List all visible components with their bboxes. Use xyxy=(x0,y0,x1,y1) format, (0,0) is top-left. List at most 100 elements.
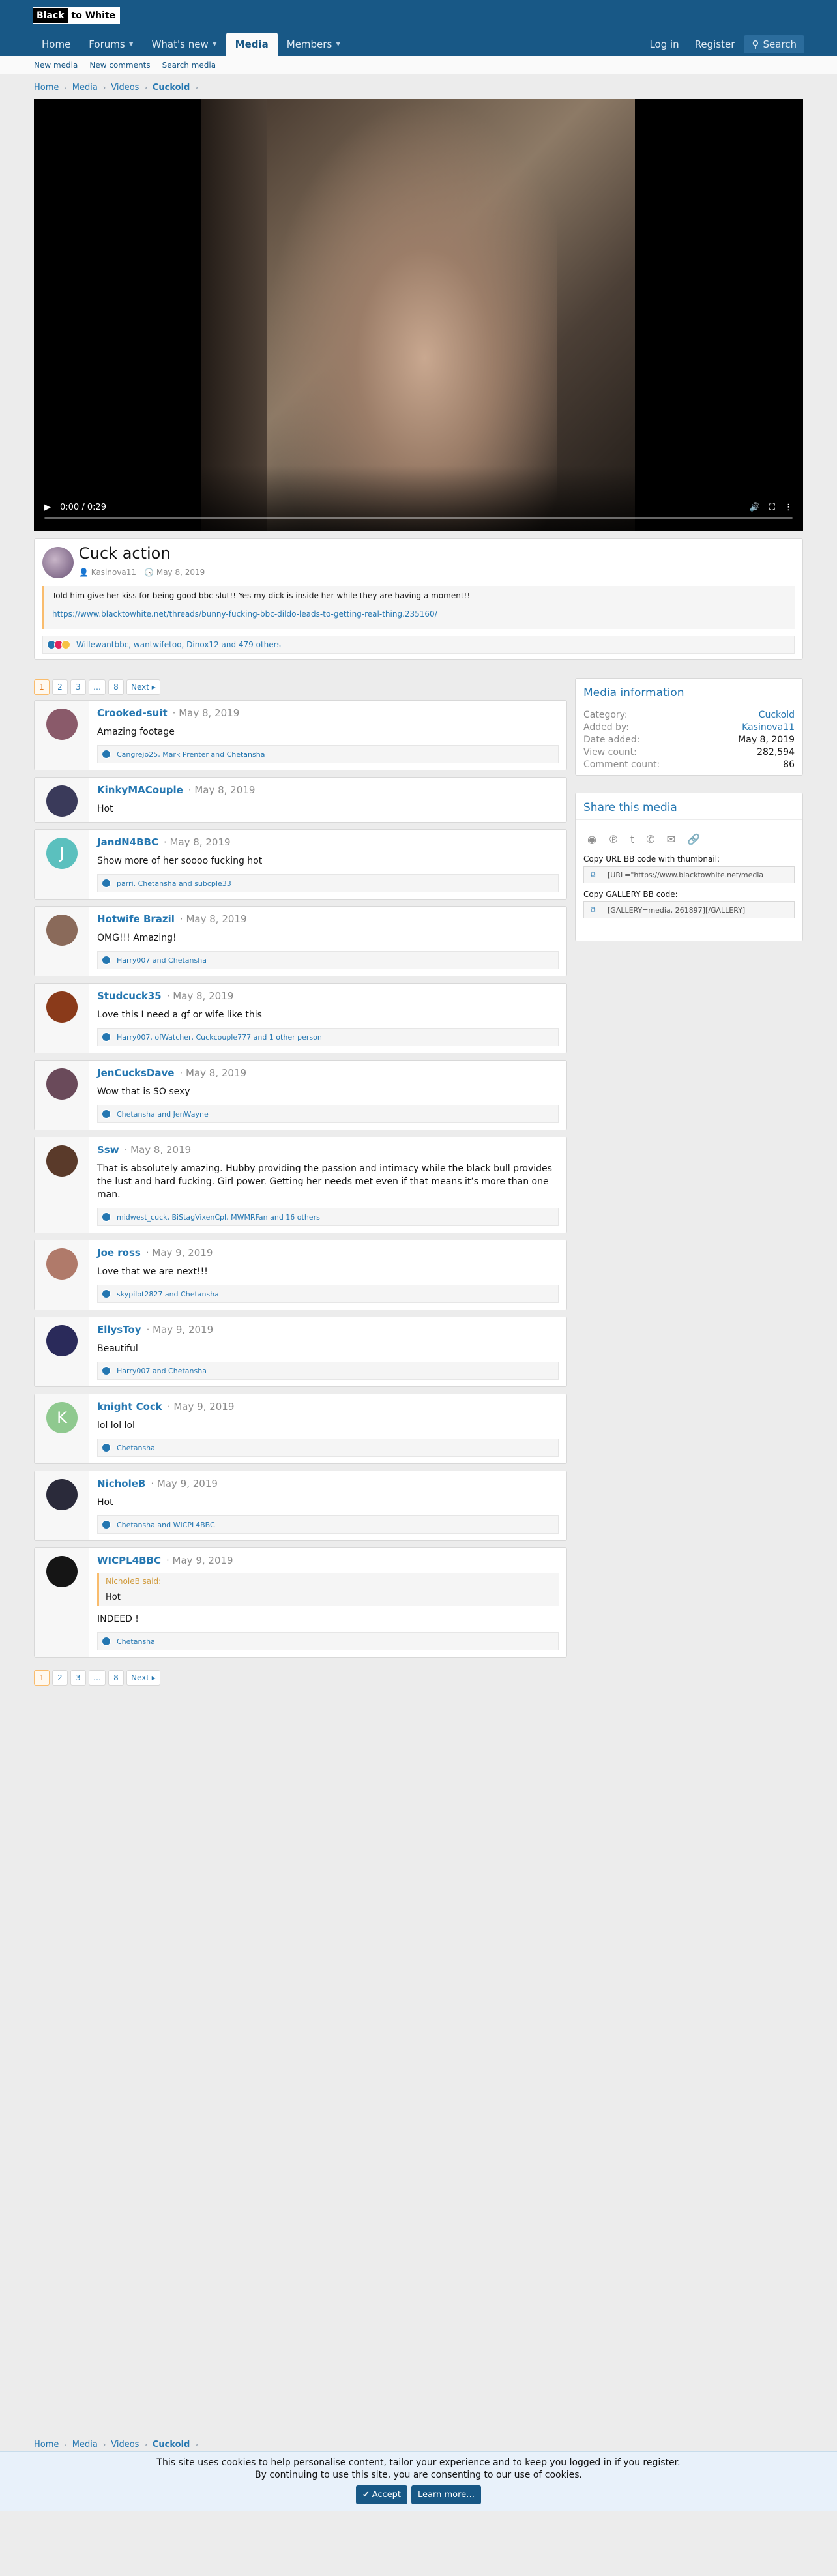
avatar[interactable] xyxy=(46,991,78,1023)
reddit-icon[interactable]: ◉ xyxy=(587,833,596,845)
breadcrumb-videos[interactable]: Videos xyxy=(111,83,139,93)
subnav-new-comments[interactable]: New comments xyxy=(89,61,150,70)
tumblr-icon[interactable]: t xyxy=(630,833,634,845)
nav-tab-forums[interactable]: Forums ▼ xyxy=(80,33,142,56)
comment-reactions[interactable]: Chetansha xyxy=(97,1439,559,1457)
nav-tab-whats-new[interactable]: What's new ▼ xyxy=(143,33,226,56)
avatar[interactable] xyxy=(46,1248,78,1280)
video-time: 0:00 / 0:29 xyxy=(60,503,107,512)
page-3[interactable]: 3 xyxy=(70,679,86,695)
nav-tab-home[interactable]: Home xyxy=(33,33,80,56)
comment-author[interactable]: JandN4BBC xyxy=(97,836,158,848)
comment-author[interactable]: EllysToy xyxy=(97,1324,141,1336)
next-page-button[interactable]: Next ▸ xyxy=(126,679,160,695)
comment-date: · May 8, 2019 xyxy=(179,913,247,925)
whatsapp-icon[interactable]: ✆ xyxy=(646,833,654,845)
breadcrumb-media[interactable]: Media xyxy=(72,83,98,93)
avatar[interactable] xyxy=(42,547,74,578)
breadcrumb-cuckold[interactable]: Cuckold xyxy=(153,2440,190,2450)
copy-icon[interactable]: ⧉ xyxy=(584,870,602,879)
comment-author[interactable]: Ssw xyxy=(97,1144,119,1156)
page-skip[interactable]: … xyxy=(89,679,106,695)
breadcrumb-home[interactable]: Home xyxy=(34,2440,59,2450)
search-button[interactable]: ⚲ Search xyxy=(744,35,804,53)
breadcrumb-cuckold[interactable]: Cuckold xyxy=(153,83,190,93)
page-8[interactable]: 8 xyxy=(108,1670,124,1686)
more-options-icon[interactable]: ⋮ xyxy=(784,503,793,512)
page-1[interactable]: 1 xyxy=(34,1670,50,1686)
comment-author[interactable]: Joe ross xyxy=(97,1247,141,1259)
media-reactions[interactable]: Willewantbbc, wantwifetoo, Dinox12 and 4… xyxy=(42,636,795,654)
comment-author[interactable]: Studcuck35 xyxy=(97,990,162,1002)
comment-author[interactable]: Hotwife Brazil xyxy=(97,913,175,925)
register-button[interactable]: Register xyxy=(688,35,742,53)
avatar[interactable] xyxy=(46,1325,78,1356)
breadcrumb-media[interactable]: Media xyxy=(72,2440,98,2450)
share-buttons: ◉ ℗ t ✆ ✉ 🔗 xyxy=(576,820,802,852)
learn-more-button[interactable]: Learn more… xyxy=(411,2485,482,2504)
comment-reactions[interactable]: Harry007 and Chetansha xyxy=(97,951,559,969)
page-2[interactable]: 2 xyxy=(52,679,68,695)
nav-tab-media[interactable]: Media xyxy=(226,33,278,56)
media-author[interactable]: 👤 Kasinova11 xyxy=(79,568,136,577)
comment-item: WICPL4BBC · May 9, 2019 NicholeB said: Hot I… xyxy=(34,1547,567,1658)
comment-author[interactable]: NicholeB xyxy=(97,1478,145,1489)
comment-item: Crooked-suit · May 8, 2019 Amazing footage… xyxy=(34,700,567,770)
nav-tab-members[interactable]: Members ▼ xyxy=(278,33,349,56)
pagination-bottom: 1 2 3 … 8 Next ▸ xyxy=(34,1670,160,1686)
site-logo[interactable]: Black to White xyxy=(33,7,121,24)
next-page-button[interactable]: Next ▸ xyxy=(126,1670,160,1686)
page-3[interactable]: 3 xyxy=(70,1670,86,1686)
page-8[interactable]: 8 xyxy=(108,679,124,695)
reaction-list[interactable]: Willewantbbc, wantwifetoo, Dinox12 and 4… xyxy=(76,640,281,649)
chevron-down-icon[interactable]: ▼ xyxy=(129,41,134,48)
play-icon[interactable]: ▶ xyxy=(44,503,51,512)
comment-reactions[interactable]: Harry007, ofWatcher, Cuckcouple777 and 1… xyxy=(97,1028,559,1046)
avatar[interactable]: K xyxy=(46,1402,78,1433)
avatar[interactable] xyxy=(46,915,78,946)
avatar[interactable] xyxy=(46,709,78,740)
fullscreen-icon[interactable]: ⛶ xyxy=(769,503,775,512)
comment-reactions[interactable]: midwest_cuck, BiStagVixenCpl, MWMRFan an… xyxy=(97,1208,559,1226)
avatar[interactable]: J xyxy=(46,838,78,869)
avatar[interactable] xyxy=(46,1145,78,1177)
chevron-down-icon[interactable]: ▼ xyxy=(336,41,340,48)
link-icon[interactable]: 🔗 xyxy=(687,833,700,845)
avatar[interactable] xyxy=(46,1479,78,1510)
comment-reactions[interactable]: Harry007 and Chetansha xyxy=(97,1362,559,1380)
comment-author[interactable]: knight Cock xyxy=(97,1401,162,1412)
page-1[interactable]: 1 xyxy=(34,679,50,695)
breadcrumb-home[interactable]: Home xyxy=(34,83,59,93)
volume-icon[interactable]: 🔊 xyxy=(750,503,760,512)
media-description-link[interactable]: https://www.blacktowhite.net/threads/bun… xyxy=(52,609,787,619)
subnav-new-media[interactable]: New media xyxy=(34,61,78,70)
comment-reactions[interactable]: Cangrejo25, Mark Prenter and Chetansha xyxy=(97,745,559,763)
comment-author[interactable]: JenCucksDave xyxy=(97,1067,174,1079)
avatar[interactable] xyxy=(46,1556,78,1587)
comment-author[interactable]: KinkyMACouple xyxy=(97,784,183,796)
video-progress-bar[interactable] xyxy=(44,517,793,519)
comment-reactions[interactable]: Chetansha and WICPL4BBC xyxy=(97,1515,559,1534)
avatar[interactable] xyxy=(46,1068,78,1100)
pinterest-icon[interactable]: ℗ xyxy=(608,833,619,845)
comment-reactions[interactable]: Chetansha and JenWayne xyxy=(97,1105,559,1123)
copy-icon[interactable]: ⧉ xyxy=(584,905,602,915)
url-bbcode-field[interactable]: ⧉ [URL="https://www.blacktowhite.net/medi… xyxy=(583,866,795,883)
subnav-search-media[interactable]: Search media xyxy=(162,61,216,70)
page-2[interactable]: 2 xyxy=(52,1670,68,1686)
chevron-down-icon[interactable]: ▼ xyxy=(213,41,217,48)
login-button[interactable]: Log in xyxy=(643,35,685,53)
comment-reactions[interactable]: parri, Chetansha and subcple33 xyxy=(97,874,559,892)
email-icon[interactable]: ✉ xyxy=(667,833,675,845)
comment-author[interactable]: WICPL4BBC xyxy=(97,1555,161,1566)
page-skip[interactable]: … xyxy=(89,1670,106,1686)
comment-reactions[interactable]: Chetansha xyxy=(97,1632,559,1650)
breadcrumb-videos[interactable]: Videos xyxy=(111,2440,139,2450)
comment-author[interactable]: Crooked-suit xyxy=(97,707,168,719)
avatar[interactable] xyxy=(46,785,78,817)
gallery-bbcode-field[interactable]: ⧉ [GALLERY=media, 261897][/GALLERY] xyxy=(583,901,795,918)
video-player[interactable]: ▶ 0:00 / 0:29 🔊 ⛶ ⋮ xyxy=(34,99,803,531)
comment-reactions[interactable]: skypilot2827 and Chetansha xyxy=(97,1285,559,1303)
accept-cookies-button[interactable]: ✔ Accept xyxy=(355,2485,408,2504)
quote-author[interactable]: NicholeB said: xyxy=(106,1577,552,1586)
